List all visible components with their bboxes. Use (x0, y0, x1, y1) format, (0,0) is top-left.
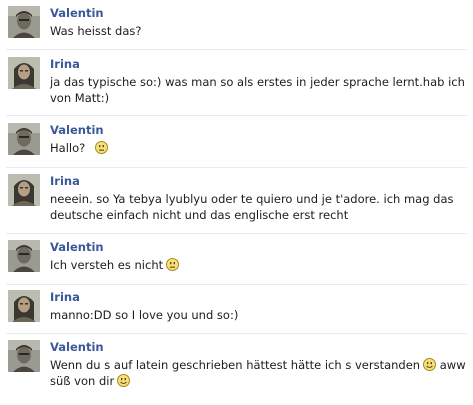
smiley-face-icon (423, 358, 437, 371)
neutral-face-icon (166, 258, 180, 271)
message-text: ja das typische so:) was man so als erst… (50, 74, 470, 106)
chat-message: Valentin Wenn du s auf latein geschriebe… (0, 340, 473, 396)
message-body: Hallo? (50, 141, 86, 155)
message-body: Ich versteh es nicht (50, 258, 164, 272)
sender-name[interactable]: Irina (50, 57, 80, 71)
avatar-irina[interactable] (8, 174, 40, 206)
message-text: Wenn du s auf latein geschrieben hättest… (50, 357, 470, 389)
chat-message: Irina neeein. so Ya tebya lyublyu oder t… (0, 174, 473, 230)
message-body: manno:DD so I love you und so:) (50, 308, 239, 322)
chat-conversation: Valentin Was heisst das? Irina ja das ty… (0, 0, 473, 405)
avatar-valentin[interactable] (8, 340, 40, 372)
sender-name[interactable]: Valentin (50, 240, 104, 254)
smiley-face-icon (117, 374, 131, 387)
avatar-valentin[interactable] (8, 6, 40, 38)
chat-message: Irina ja das typische so:) was man so al… (0, 57, 473, 109)
avatar-irina[interactable] (8, 57, 40, 89)
sender-name[interactable]: Valentin (50, 6, 104, 20)
avatar-valentin[interactable] (8, 240, 40, 272)
message-text: Ich versteh es nicht (50, 257, 470, 273)
message-body: ja das typische so:) was man so als erst… (50, 75, 465, 105)
message-body: Was heisst das? (50, 24, 142, 38)
message-text: Was heisst das? (50, 23, 470, 39)
neutral-face-icon (95, 141, 109, 154)
message-divider (6, 167, 467, 168)
message-text: neeein. so Ya tebya lyublyu oder te quie… (50, 191, 470, 223)
sender-name[interactable]: Irina (50, 290, 80, 304)
chat-message: Valentin Ich versteh es nicht (0, 240, 473, 280)
message-text: Hallo? (50, 140, 470, 156)
message-divider (6, 115, 467, 116)
message-body: neeein. so Ya tebya lyublyu oder te quie… (50, 192, 454, 222)
message-divider (6, 284, 467, 285)
chat-message: Irina manno:DD so I love you und so:) (0, 290, 473, 330)
message-divider (6, 49, 467, 50)
sender-name[interactable]: Valentin (50, 123, 104, 137)
sender-name[interactable]: Valentin (50, 340, 104, 354)
sender-name[interactable]: Irina (50, 174, 80, 188)
avatar-irina[interactable] (8, 290, 40, 322)
chat-message: Valentin Hallo? (0, 123, 473, 163)
avatar-valentin[interactable] (8, 123, 40, 155)
message-divider (6, 233, 467, 234)
message-body: Wenn du s auf latein geschrieben hättest… (50, 358, 421, 372)
message-text: manno:DD so I love you und so:) (50, 307, 470, 323)
message-divider (6, 333, 467, 334)
chat-message: Valentin Was heisst das? (0, 6, 473, 46)
